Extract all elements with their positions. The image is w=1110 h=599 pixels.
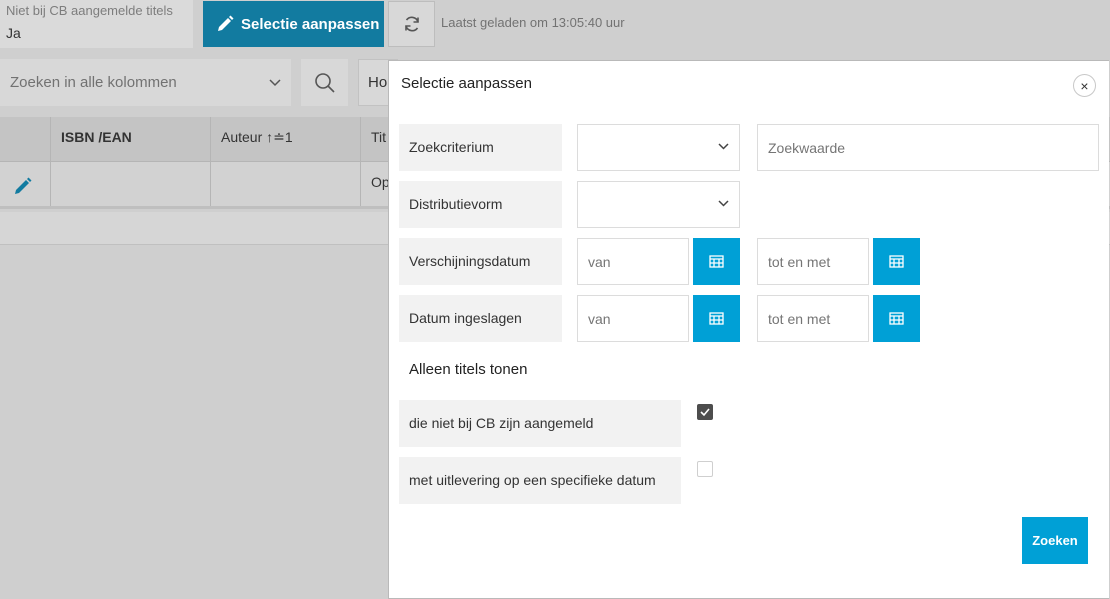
search-value-input[interactable] <box>757 124 1099 171</box>
calendar-icon <box>709 312 724 325</box>
calendar-icon <box>889 255 904 268</box>
stocked-date-from-input[interactable] <box>577 295 689 342</box>
publication-date-from-input[interactable] <box>577 238 689 285</box>
dialog-title: Selectie aanpassen <box>401 75 532 92</box>
stocked-date-to-calendar-button[interactable] <box>873 295 920 342</box>
column-header-isbn[interactable]: ISBN /EAN <box>50 117 211 161</box>
pencil-icon <box>218 15 234 31</box>
publication-date-from-calendar-button[interactable] <box>693 238 740 285</box>
calendar-icon <box>709 255 724 268</box>
stocked-date-from-calendar-button[interactable] <box>693 295 740 342</box>
option-label-not-registered: die niet bij CB zijn aangemeld <box>399 400 681 447</box>
filter-chip-label: Niet bij CB aangemelde titels <box>6 3 173 18</box>
search-submit-button[interactable]: Zoeken <box>1022 517 1088 564</box>
chevron-down-icon <box>718 200 729 207</box>
filter-chip[interactable]: Niet bij CB aangemelde titels Ja <box>0 0 193 48</box>
search-button[interactable] <box>301 59 348 106</box>
search-criterion-select[interactable] <box>577 124 740 171</box>
last-loaded-text: Laatst geladen om 13:05:40 uur <box>441 15 625 30</box>
distribution-form-select[interactable] <box>577 181 740 228</box>
edit-row-icon[interactable] <box>13 176 33 196</box>
checkmark-icon <box>700 408 710 417</box>
publication-date-to-input[interactable] <box>757 238 869 285</box>
section-title: Alleen titels tonen <box>409 361 528 378</box>
row-cell-isbn <box>50 162 211 206</box>
filter-chip-value: Ja <box>6 25 21 41</box>
calendar-icon <box>889 312 904 325</box>
option-checkbox-not-registered[interactable] <box>697 404 713 420</box>
option-checkbox-specific-date[interactable] <box>697 461 713 477</box>
close-icon: × <box>1080 77 1089 94</box>
refresh-button[interactable] <box>388 1 435 47</box>
edit-selection-label: Selectie aanpassen <box>241 15 380 33</box>
chevron-down-icon <box>269 78 281 86</box>
chevron-down-icon <box>718 143 729 150</box>
search-criterion-label: Zoekcriterium <box>399 124 562 171</box>
publication-date-label: Verschijningsdatum <box>399 238 562 285</box>
edit-selection-dialog: Selectie aanpassen × Zoekcriterium Distr… <box>388 60 1109 599</box>
stocked-date-label: Datum ingeslagen <box>399 295 562 342</box>
column-header-auteur[interactable]: Auteur ↑≐1 <box>210 117 361 161</box>
search-column-select[interactable]: Zoeken in alle kolommen <box>0 59 291 106</box>
distribution-form-label: Distributievorm <box>399 181 562 228</box>
search-icon <box>314 72 335 93</box>
stocked-date-to-input[interactable] <box>757 295 869 342</box>
close-button[interactable]: × <box>1073 74 1096 97</box>
publication-date-to-calendar-button[interactable] <box>873 238 920 285</box>
option-label-specific-date: met uitlevering op een specifieke datum <box>399 457 681 504</box>
row-cell-auteur <box>210 162 361 206</box>
search-column-placeholder: Zoeken in alle kolommen <box>10 74 177 91</box>
refresh-icon <box>404 16 419 32</box>
edit-selection-button[interactable]: Selectie aanpassen <box>203 1 384 47</box>
